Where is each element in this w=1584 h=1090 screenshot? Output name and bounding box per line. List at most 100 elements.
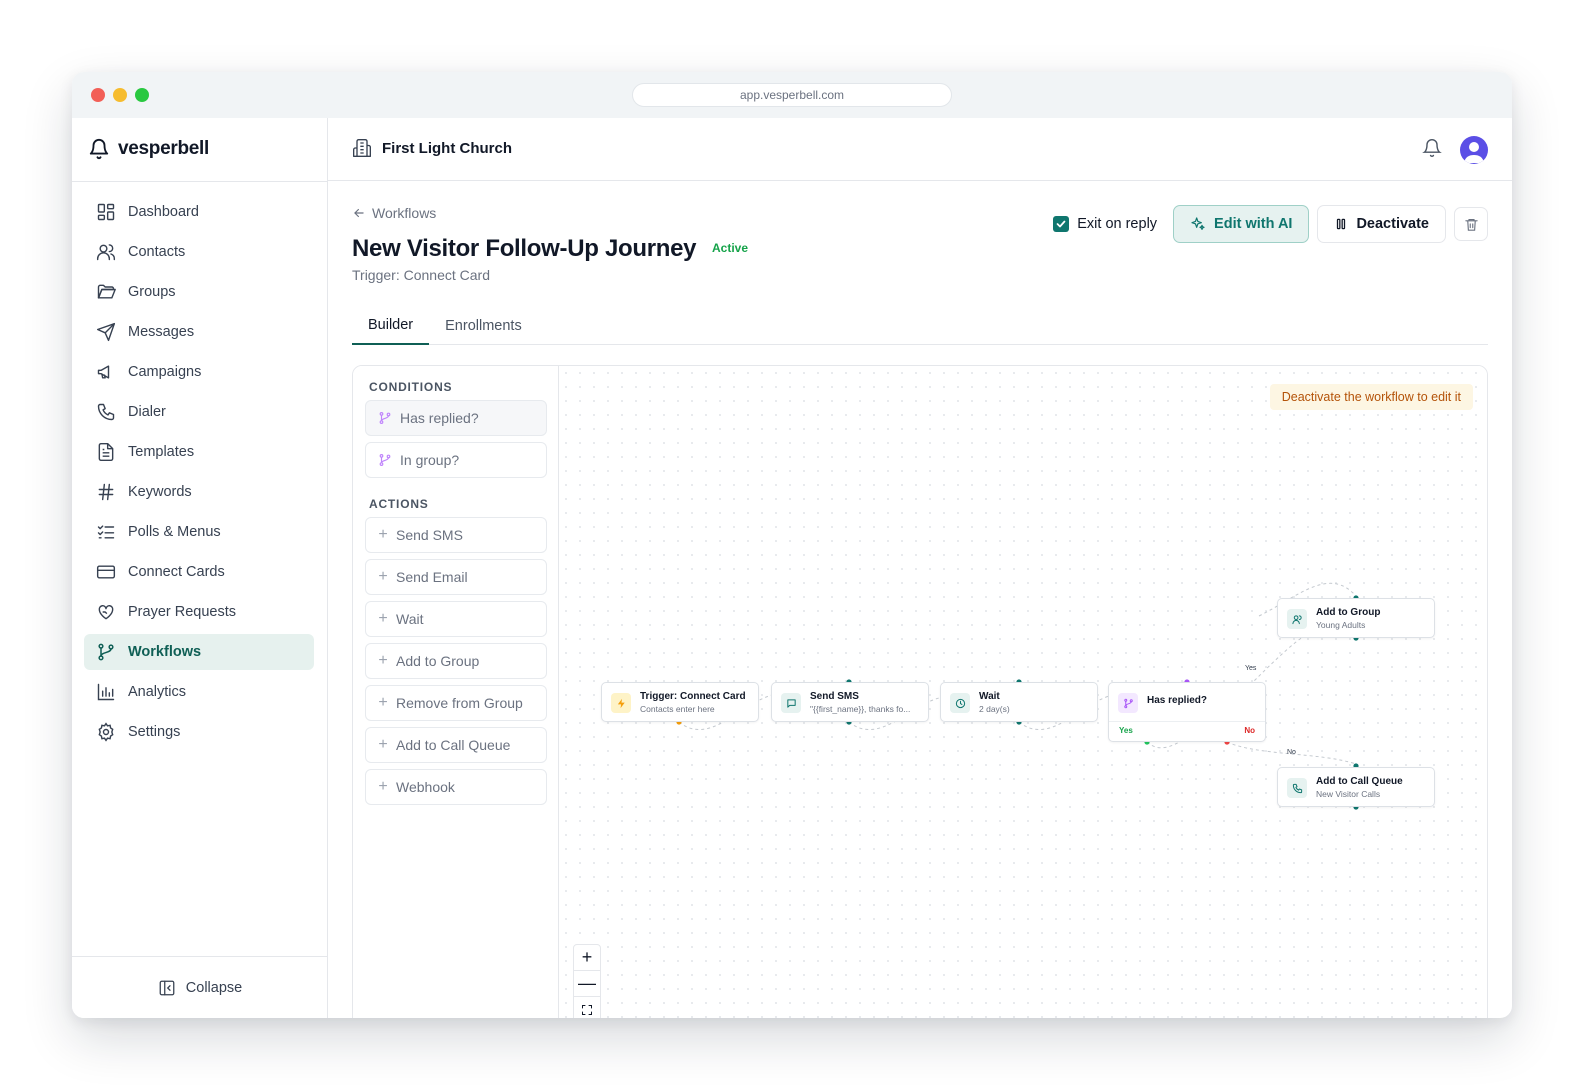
palette-in-group[interactable]: In group? xyxy=(365,442,547,478)
sidebar-item-groups[interactable]: Groups xyxy=(84,274,314,310)
palette-item-label: Has replied? xyxy=(400,410,479,426)
document-icon xyxy=(98,442,114,462)
edit-with-ai-button[interactable]: Edit with AI xyxy=(1173,205,1310,243)
zoom-in-button[interactable]: + xyxy=(574,945,600,971)
workflow-canvas[interactable]: Deactivate the workflow to edit it Yes N… xyxy=(559,366,1487,1018)
palette-add-to-group[interactable]: + Add to Group xyxy=(365,643,547,679)
tab-enrollments[interactable]: Enrollments xyxy=(429,307,538,345)
collapse-button[interactable]: Collapse xyxy=(72,956,328,1018)
sidebar-item-label: Messages xyxy=(128,324,195,340)
fit-view-button[interactable] xyxy=(574,997,600,1018)
sidebar-item-contacts[interactable]: Contacts xyxy=(84,234,314,270)
node-title: Add to Group xyxy=(1316,607,1381,618)
palette-item-label: Webhook xyxy=(396,779,455,795)
node-subtitle: New Visitor Calls xyxy=(1316,789,1381,799)
list-check-icon xyxy=(97,525,115,539)
node-title: Send SMS xyxy=(810,691,859,702)
lightning-icon xyxy=(611,693,631,713)
tab-builder[interactable]: Builder xyxy=(352,307,430,345)
palette-webhook[interactable]: + Webhook xyxy=(365,769,547,805)
node-palette: CONDITIONS Has replied? In group? ACTION… xyxy=(353,366,559,1018)
palette-send-email[interactable]: + Send Email xyxy=(365,559,547,595)
node-wait[interactable]: Wait 2 day(s) xyxy=(940,682,1098,722)
organization-name: First Light Church xyxy=(382,139,512,157)
card-icon xyxy=(96,565,116,579)
close-window-button[interactable] xyxy=(91,88,105,102)
sidebar-item-campaigns[interactable]: Campaigns xyxy=(84,354,314,390)
address-bar[interactable]: app.vesperbell.com xyxy=(632,83,952,107)
sidebar-item-label: Campaigns xyxy=(128,364,202,380)
node-title: Trigger: Connect Card xyxy=(640,691,746,702)
maximize-window-button[interactable] xyxy=(135,88,149,102)
sidebar-item-keywords[interactable]: Keywords xyxy=(84,474,314,510)
organization-switcher[interactable]: First Light Church xyxy=(352,138,512,158)
deactivate-label: Deactivate xyxy=(1356,216,1429,232)
zoom-out-button[interactable]: — xyxy=(574,971,600,997)
exit-on-reply-checkbox[interactable] xyxy=(1053,216,1070,232)
folder-icon xyxy=(97,284,116,299)
pause-icon xyxy=(1337,218,1346,230)
check-icon xyxy=(1056,220,1066,228)
palette-remove-from-group[interactable]: + Remove from Group xyxy=(365,685,547,721)
building-icon xyxy=(353,139,371,157)
sidebar-item-connect-cards[interactable]: Connect Cards xyxy=(84,554,314,590)
sidebar-item-dialer[interactable]: Dialer xyxy=(84,394,314,430)
heart-hand-icon xyxy=(98,605,114,620)
fit-view-icon xyxy=(582,1004,592,1015)
plus-icon: + xyxy=(378,526,388,543)
trash-icon xyxy=(1464,218,1478,231)
megaphone-icon xyxy=(97,365,110,379)
sidebar-item-label: Dashboard xyxy=(128,204,199,220)
brand-logo[interactable]: vesperbell xyxy=(88,134,209,164)
exit-on-reply-toggle[interactable]: Exit on reply xyxy=(1053,216,1157,232)
sidebar-item-analytics[interactable]: Analytics xyxy=(84,674,314,710)
actions-heading: ACTIONS xyxy=(369,497,429,511)
sidebar-item-prayer-requests[interactable]: Prayer Requests xyxy=(84,594,314,630)
node-condition-has-replied[interactable]: Has replied? Yes No xyxy=(1108,682,1266,742)
avatar[interactable] xyxy=(1460,136,1488,164)
palette-send-sms[interactable]: + Send SMS xyxy=(365,517,547,553)
node-trigger[interactable]: Trigger: Connect Card Contacts enter her… xyxy=(601,682,759,722)
minimize-window-button[interactable] xyxy=(113,88,127,102)
users-icon xyxy=(96,244,116,261)
bell-icon xyxy=(1422,139,1442,158)
delete-button[interactable] xyxy=(1454,207,1488,241)
palette-add-to-call-queue[interactable]: + Add to Call Queue xyxy=(365,727,547,763)
plus-icon: + xyxy=(378,736,388,753)
notifications-button[interactable] xyxy=(1422,138,1442,163)
send-icon xyxy=(96,322,116,342)
plus-icon: + xyxy=(378,694,388,711)
sidebar-item-templates[interactable]: Templates xyxy=(84,434,314,470)
node-title: Add to Call Queue xyxy=(1316,776,1403,787)
sidebar-item-settings[interactable]: Settings xyxy=(84,714,314,750)
phone-icon xyxy=(1287,778,1307,798)
node-add-to-group[interactable]: Add to Group Young Adults xyxy=(1277,598,1435,638)
node-title: Wait xyxy=(979,691,1000,702)
node-add-to-call-queue[interactable]: Add to Call Queue New Visitor Calls xyxy=(1277,767,1435,807)
sparkles-icon xyxy=(1191,217,1205,230)
status-badge: Active xyxy=(712,241,749,255)
sidebar-item-dashboard[interactable]: Dashboard xyxy=(84,194,314,230)
back-link[interactable]: Workflows xyxy=(352,205,436,221)
sidebar-item-label: Connect Cards xyxy=(128,564,225,580)
node-send-sms[interactable]: Send SMS "{{first_name}}, thanks fo... xyxy=(771,682,929,722)
plus-icon: + xyxy=(378,778,388,795)
sidebar-item-workflows[interactable]: Workflows xyxy=(84,634,314,670)
node-title: Has replied? xyxy=(1147,695,1208,706)
deactivate-button[interactable]: Deactivate xyxy=(1317,205,1446,243)
palette-has-replied[interactable]: Has replied? xyxy=(365,400,547,436)
git-branch-icon xyxy=(98,643,114,661)
browser-window: app.vesperbell.com vesperbell Dashboard … xyxy=(72,72,1512,1018)
git-branch-icon xyxy=(1118,693,1138,713)
sidebar-item-messages[interactable]: Messages xyxy=(84,314,314,350)
node-subtitle: Contacts enter here xyxy=(640,704,715,714)
palette-item-label: In group? xyxy=(400,452,460,468)
sidebar-item-label: Prayer Requests xyxy=(128,604,236,620)
palette-wait[interactable]: + Wait xyxy=(365,601,547,637)
sidebar-item-label: Dialer xyxy=(128,404,166,420)
plus-icon: + xyxy=(378,652,388,669)
tab-bar: Builder Enrollments xyxy=(352,307,1488,345)
conditions-heading: CONDITIONS xyxy=(369,380,453,394)
git-branch-icon xyxy=(379,412,391,424)
sidebar-item-polls-menus[interactable]: Polls & Menus xyxy=(84,514,314,550)
